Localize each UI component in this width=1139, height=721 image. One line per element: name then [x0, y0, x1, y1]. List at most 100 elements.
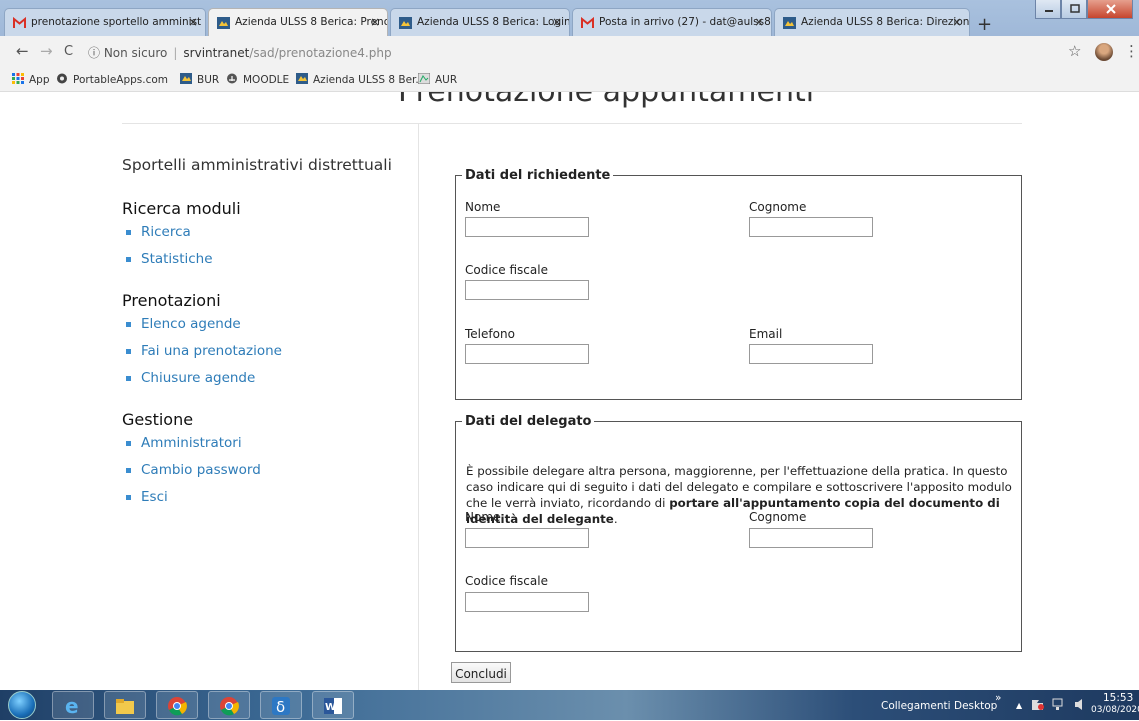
ulss-icon — [296, 73, 308, 84]
ulss-icon — [399, 17, 412, 29]
note-text-end: . — [613, 512, 618, 526]
clock-time[interactable]: 15:53 — [1103, 692, 1133, 704]
codice-fiscale-label: Codice fiscale — [465, 574, 548, 588]
window-controls — [1035, 0, 1135, 20]
new-tab-button[interactable]: + — [977, 14, 992, 35]
browser-tab-strip: prenotazione sportello amminist × Aziend… — [0, 0, 1139, 36]
chrome-icon[interactable] — [208, 691, 250, 719]
tab-prenotazione-sportello[interactable]: prenotazione sportello amminist × — [4, 8, 206, 36]
delta-app-icon[interactable]: δ — [260, 691, 302, 719]
delegato-codice-fiscale-field[interactable] — [465, 592, 589, 612]
richiedente-nome-field[interactable] — [465, 217, 589, 237]
tab-close-icon[interactable]: × — [188, 15, 198, 29]
nome-label: Nome — [465, 510, 501, 524]
start-button[interactable] — [8, 691, 36, 719]
richiedente-email-field[interactable] — [749, 344, 873, 364]
sidebar-item-statistiche[interactable]: Statistiche — [122, 251, 412, 278]
address-bar[interactable]: ⓘ Non sicuro | srvintranet/sad/prenotazion… — [88, 41, 1048, 63]
bookmark-azienda-ulss[interactable]: Azienda ULSS 8 Ber... — [296, 73, 425, 86]
section-heading-ricerca-moduli: Ricerca moduli — [122, 199, 241, 218]
security-info[interactable]: ⓘ Non sicuro — [88, 46, 167, 60]
desktop-toolbar[interactable]: Desktop — [954, 700, 997, 712]
sidebar-item-esci[interactable]: Esci — [122, 489, 412, 516]
collegamenti-toolbar[interactable]: Collegamenti — [881, 700, 951, 712]
tab-direzione[interactable]: Azienda ULSS 8 Berica: Direzione × — [774, 8, 970, 36]
codice-fiscale-label: Codice fiscale — [465, 263, 548, 277]
richiedente-cognome-field[interactable] — [749, 217, 873, 237]
divider — [418, 123, 419, 690]
richiedente-telefono-field[interactable] — [465, 344, 589, 364]
word-icon[interactable]: W — [312, 691, 354, 719]
maximize-button[interactable] — [1061, 0, 1087, 19]
sidebar-item-chiusure-agende[interactable]: Chiusure agende — [122, 370, 412, 397]
sidebar-item-elenco-agende[interactable]: Elenco agende — [122, 316, 412, 343]
back-icon[interactable]: ← — [16, 42, 29, 60]
apps-icon — [12, 73, 24, 84]
telefono-label: Telefono — [465, 327, 515, 341]
divider — [122, 123, 1022, 124]
richiedente-codice-fiscale-field[interactable] — [465, 280, 589, 300]
sidebar-item-amministratori[interactable]: Amministratori — [122, 435, 412, 462]
tab-posta-in-arrivo[interactable]: Posta in arrivo (27) - dat@aulss8 × — [572, 8, 772, 36]
bookmark-portableapps[interactable]: PortableApps.com — [56, 73, 168, 86]
sidebar: Sportelli amministrativi distrettuali Ri… — [122, 156, 412, 529]
portableapps-icon — [56, 73, 68, 84]
svg-text:W: W — [325, 702, 336, 713]
internet-explorer-icon[interactable]: e — [52, 691, 94, 719]
tab-close-icon[interactable]: × — [370, 15, 380, 29]
bookmark-moodle[interactable]: MOODLE — [226, 73, 289, 86]
bookmark-label: PortableApps.com — [73, 74, 169, 86]
bookmark-label: Azienda ULSS 8 Ber... — [313, 74, 426, 86]
minimize-button[interactable] — [1035, 0, 1061, 19]
reload-icon[interactable]: C — [64, 44, 73, 59]
sidebar-item-fai-prenotazione[interactable]: Fai una prenotazione — [122, 343, 412, 370]
bookmark-label: BUR — [197, 74, 220, 86]
richiedente-legend: Dati del richiedente — [465, 168, 611, 183]
delegato-cognome-field[interactable] — [749, 528, 873, 548]
concludi-button[interactable]: Concludi — [451, 662, 511, 683]
action-center-icon[interactable] — [1031, 698, 1045, 714]
tab-close-icon[interactable]: × — [754, 15, 764, 29]
delegato-nome-field[interactable] — [465, 528, 589, 548]
sidebar-item-ricerca[interactable]: Ricerca — [122, 224, 412, 251]
tab-login[interactable]: Azienda ULSS 8 Berica: Login × — [390, 8, 570, 36]
clock-date[interactable]: 03/08/2020 — [1091, 705, 1139, 715]
volume-icon[interactable] — [1074, 698, 1086, 714]
url-host: srvintranet — [183, 46, 250, 60]
sidebar-menu-ricerca: Ricerca Statistiche — [122, 224, 412, 278]
windows-taskbar: e δ W Collegamenti Desktop » ▲ 15:53 03/… — [0, 690, 1139, 720]
show-hidden-icons-icon[interactable]: ▲ — [1016, 701, 1022, 710]
bookmark-bur[interactable]: BUR — [180, 73, 219, 86]
bookmark-star-icon[interactable]: ☆ — [1068, 42, 1081, 60]
bookmark-app[interactable]: App — [12, 73, 50, 86]
menu-icon[interactable]: ⋮ — [1124, 42, 1139, 60]
gmail-icon — [581, 16, 594, 29]
page-content: Prenotazione appuntamenti Sportelli ammi… — [0, 92, 1139, 690]
tab-prenotazione-active[interactable]: Azienda ULSS 8 Berica: Prenotaz × — [208, 8, 388, 36]
tab-close-icon[interactable]: × — [552, 15, 562, 29]
file-explorer-icon[interactable] — [104, 691, 146, 719]
forward-icon[interactable]: → — [40, 42, 53, 60]
toolbar-chevron-icon[interactable]: » — [995, 692, 1001, 704]
tab-close-icon[interactable]: × — [952, 15, 962, 29]
gmail-icon — [13, 16, 26, 29]
bookmark-label: AUR — [435, 74, 458, 86]
nome-label: Nome — [465, 200, 501, 214]
close-window-button[interactable] — [1087, 0, 1133, 19]
ulss-icon — [180, 73, 192, 84]
url-path: /sad/prenotazione4.php — [249, 46, 392, 60]
bookmark-aur[interactable]: AUR — [417, 72, 458, 86]
cognome-label: Cognome — [749, 200, 807, 214]
bookmark-label: MOODLE — [243, 74, 290, 86]
aur-icon — [417, 72, 431, 85]
network-icon[interactable] — [1052, 698, 1066, 714]
section-heading-gestione: Gestione — [122, 410, 194, 429]
cognome-label: Cognome — [749, 510, 807, 524]
chrome-icon[interactable] — [156, 691, 198, 719]
section-heading-prenotazioni: Prenotazioni — [122, 291, 221, 310]
delegato-legend: Dati del delegato — [465, 414, 592, 429]
profile-avatar[interactable] — [1095, 43, 1113, 61]
tab-title: prenotazione sportello amminist — [31, 16, 202, 28]
browser-toolbar: ← → C ⓘ Non sicuro | srvintranet/sad/preno… — [0, 36, 1139, 68]
sidebar-item-cambio-password[interactable]: Cambio password — [122, 462, 412, 489]
